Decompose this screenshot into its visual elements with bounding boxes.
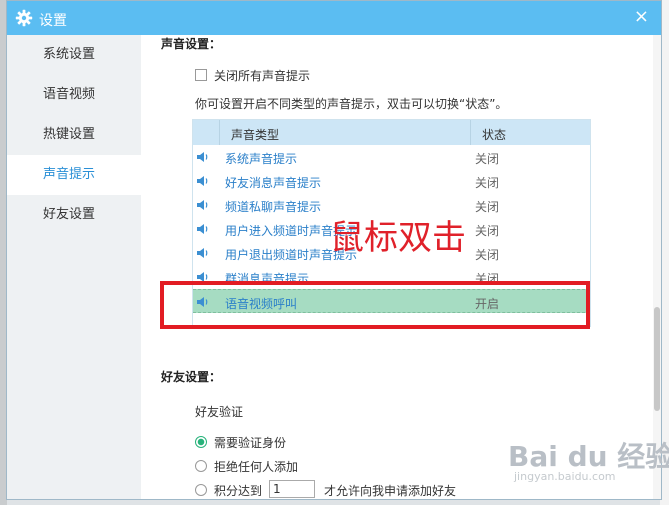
content-panel: 声音设置： 关闭所有声音提示 你可设置开启不同类型的声音提示，双击可以切换“状态…	[141, 35, 661, 499]
speaker-icon	[196, 150, 210, 164]
gear-icon	[15, 9, 33, 27]
radio-require-verify[interactable]	[195, 436, 207, 448]
radio-score-label-after: 才允许向我申请添加好友	[324, 484, 457, 498]
header-divider	[470, 120, 471, 145]
close-button[interactable]: ×	[634, 8, 649, 26]
annotation-text: 鼠标双击	[330, 218, 466, 258]
sidebar-item-sound[interactable]: 声音提示	[7, 155, 141, 195]
radio-score-label-before: 积分达到	[214, 484, 263, 498]
sound-state: 关闭	[475, 176, 500, 190]
sound-state: 关闭	[475, 224, 500, 238]
sidebar: 系统设置 语音视频 热键设置 声音提示 好友设置	[7, 35, 141, 499]
radio-reject-all-label: 拒绝任何人添加	[214, 460, 299, 474]
scrollbar-track[interactable]	[653, 35, 661, 499]
scrollbar-thumb[interactable]	[654, 307, 660, 411]
window-title: 设置	[39, 13, 67, 29]
mute-all-checkbox[interactable]	[195, 69, 207, 81]
sidebar-item-system[interactable]: 系统设置	[7, 35, 141, 75]
radio-score-threshold[interactable]	[195, 484, 207, 496]
sound-name: 频道私聊声音提示	[225, 200, 322, 214]
table-header: 声音类型 状态	[193, 120, 590, 145]
sound-section-title: 声音设置：	[161, 37, 222, 51]
speaker-icon	[196, 246, 210, 260]
sound-state: 关闭	[475, 152, 500, 166]
sidebar-item-friends[interactable]: 好友设置	[7, 195, 141, 235]
column-header-state: 状态	[482, 128, 507, 142]
radio-require-verify-label: 需要验证身份	[214, 436, 287, 450]
sound-name: 好友消息声音提示	[225, 176, 322, 190]
sidebar-item-hotkeys[interactable]: 热键设置	[7, 115, 141, 155]
speaker-icon	[196, 174, 210, 188]
annotation-highlight-box	[160, 281, 590, 329]
sound-name: 系统声音提示	[225, 152, 298, 166]
speaker-icon	[196, 222, 210, 236]
friend-verify-label: 好友验证	[195, 405, 244, 419]
mute-all-label: 关闭所有声音提示	[214, 69, 311, 83]
sidebar-item-voice-video[interactable]: 语音视频	[7, 75, 141, 115]
watermark-url: jingyan.baidu.com	[514, 470, 616, 483]
score-input[interactable]	[269, 480, 315, 498]
speaker-icon	[196, 198, 210, 212]
column-header-type: 声音类型	[231, 128, 280, 142]
header-divider	[219, 120, 220, 145]
sound-hint: 你可设置开启不同类型的声音提示，双击可以切换“状态”。	[195, 97, 508, 111]
title-bar: 设置 ×	[7, 1, 661, 35]
watermark-logo: Bai du 经验	[508, 440, 669, 473]
radio-reject-all[interactable]	[195, 460, 207, 472]
table-row[interactable]: 系统声音提示 关闭	[193, 145, 590, 169]
sound-state: 关闭	[475, 248, 500, 262]
table-row[interactable]: 好友消息声音提示 关闭	[193, 169, 590, 193]
friend-section-title: 好友设置：	[161, 370, 222, 384]
sound-state: 关闭	[475, 200, 500, 214]
